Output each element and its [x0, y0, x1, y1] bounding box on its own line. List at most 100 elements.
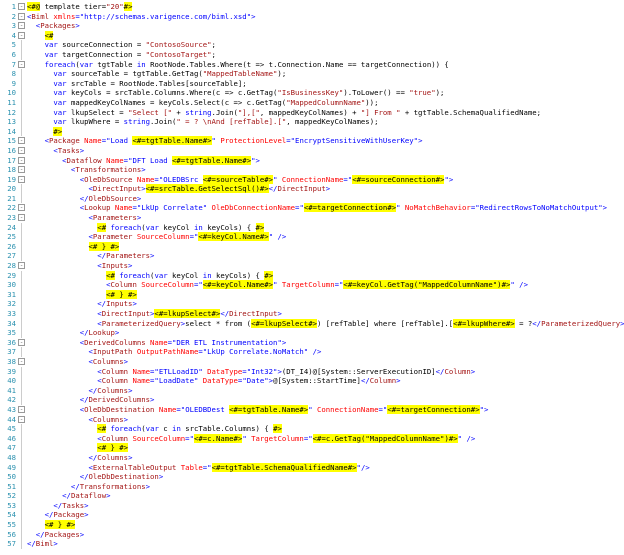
code-line[interactable]: </Columns> — [27, 453, 624, 463]
collapse-icon[interactable]: - — [18, 3, 25, 10]
fold-marker — [18, 481, 26, 492]
code-line[interactable]: </Biml> — [27, 539, 624, 549]
code-line[interactable]: <Column SourceColumn="<#=keyCol.Name#>" … — [27, 280, 624, 290]
fold-marker[interactable]: - — [18, 136, 26, 146]
collapse-icon[interactable]: - — [18, 146, 25, 154]
code-line[interactable]: foreach(var tgtTable in RootNode.Tables.… — [27, 60, 624, 70]
collapse-icon[interactable]: - — [18, 338, 25, 346]
code-line[interactable]: <DirectInput><#=lkupSelect#></DirectInpu… — [27, 309, 624, 319]
collapse-icon[interactable]: - — [18, 262, 25, 270]
code-line[interactable]: <Column SourceColumn="<#=c.Name#>" Targe… — [27, 433, 624, 444]
fold-marker[interactable]: - — [18, 405, 26, 415]
fold-margin[interactable]: ----------------- — [18, 2, 26, 549]
code-line[interactable]: var srcTable = RootNode.Tables[sourceTab… — [27, 79, 624, 89]
fold-marker[interactable]: - — [18, 12, 26, 22]
code-line[interactable]: <# } #> — [27, 289, 624, 300]
code-line[interactable]: var sourceTable = tgtTable.GetTag("Mappe… — [27, 69, 624, 79]
code-line[interactable]: <Dataflow Name="DFT Load <#=tgtTable.Nam… — [27, 155, 624, 166]
collapse-icon[interactable]: - — [18, 156, 25, 164]
code-line[interactable]: <DerivedColumns Name="DER ETL Instrument… — [27, 338, 624, 348]
code-line[interactable]: <# foreach(var keyCol in keyCols) { #> — [27, 270, 624, 281]
fold-marker[interactable]: - — [18, 21, 26, 31]
fold-marker — [18, 500, 26, 511]
fold-marker[interactable]: - — [18, 165, 26, 175]
collapse-icon[interactable]: - — [18, 214, 25, 222]
code-line[interactable]: <# foreach(var c in srcTable.Columns) { … — [27, 424, 624, 434]
code-token: srcTable = RootNode.Tables[sourceTable]; — [66, 78, 247, 88]
collapse-icon[interactable]: - — [18, 31, 25, 39]
collapse-icon[interactable]: - — [18, 175, 25, 183]
code-line[interactable]: var keyCols = srcTable.Columns.Where(c =… — [27, 88, 624, 98]
code-line[interactable]: <OleDbDestination Name="OLEDBDest <#=tgt… — [27, 404, 624, 415]
fold-marker[interactable]: - — [18, 415, 26, 425]
fold-marker[interactable]: - — [18, 2, 26, 12]
code-line[interactable]: <# foreach(var keyCol in keyCols) { #> — [27, 222, 624, 233]
code-line[interactable]: </Package> — [27, 510, 624, 520]
fold-marker[interactable]: - — [18, 261, 26, 271]
fold-marker[interactable]: - — [18, 213, 26, 223]
code-line[interactable]: <Biml xmlns="http://schemas.varigence.co… — [27, 12, 624, 22]
code-line[interactable]: </Inputs> — [27, 299, 624, 309]
code-line[interactable]: <Column Name="ETLLoadID" DataType="Int32… — [27, 367, 624, 377]
collapse-icon[interactable]: - — [18, 137, 25, 145]
fold-marker[interactable]: - — [18, 146, 26, 156]
code-line[interactable]: <#@ template tier="20"#> — [27, 2, 624, 12]
fold-marker[interactable]: - — [18, 175, 26, 185]
code-line[interactable]: </Tasks> — [27, 501, 624, 511]
code-line[interactable]: </Parameters> — [27, 251, 624, 261]
collapse-icon[interactable]: - — [18, 415, 25, 423]
collapse-icon[interactable]: - — [18, 22, 25, 30]
code-line[interactable]: <Columns> — [27, 357, 624, 367]
code-line[interactable]: <Tasks> — [27, 146, 624, 156]
code-line[interactable]: <OleDbSource Name="OLEDBSrc <#=sourceTab… — [27, 174, 624, 185]
code-line[interactable]: #> — [27, 126, 624, 137]
collapse-icon[interactable]: - — [18, 60, 25, 68]
fold-marker[interactable]: - — [18, 338, 26, 348]
code-line[interactable]: var mappedKeyColNames = keyCols.Select(c… — [27, 98, 624, 108]
code-token: Biml — [31, 11, 49, 21]
collapse-icon[interactable]: - — [18, 166, 25, 174]
code-line[interactable]: <InputPath OutputPathName="LkUp Correlat… — [27, 347, 624, 357]
code-line[interactable]: </OleDbSource> — [27, 194, 624, 204]
collapse-icon[interactable]: - — [18, 204, 25, 212]
code-line[interactable]: </Columns> — [27, 386, 624, 396]
code-line[interactable]: <Packages> — [27, 21, 624, 31]
code-line[interactable]: <# } #> — [27, 241, 624, 252]
fold-marker[interactable]: - — [18, 31, 26, 41]
code-line[interactable]: var sourceConnection = "ContosoSource"; — [27, 40, 624, 50]
code-line[interactable]: </Dataflow> — [27, 491, 624, 501]
code-line[interactable]: <# } #> — [27, 443, 624, 453]
fold-marker[interactable]: - — [18, 203, 26, 213]
code-line[interactable]: <# — [27, 30, 624, 41]
code-line[interactable]: var targetConnection = "ContosoTarget"; — [27, 50, 624, 60]
code-line[interactable]: <Lookup Name="LkUp Correlate" OleDbConne… — [27, 203, 624, 213]
code-area[interactable]: <#@ template tier="20"#> <Biml xmlns="htt… — [27, 2, 624, 549]
code-editor[interactable]: 1 2 3 4 5 6 7 8 9 10 11 12 13 14 15 16 17 18 19 20 21 22 23 24 2… — [0, 0, 624, 555]
collapse-icon[interactable]: - — [18, 405, 25, 413]
code-line[interactable]: </Packages> — [27, 530, 624, 540]
code-token: > — [53, 539, 58, 549]
code-token: Name — [128, 366, 151, 376]
fold-marker[interactable]: - — [18, 357, 26, 367]
code-line[interactable]: <ParameterizedQuery>select * from (<#=lk… — [27, 318, 624, 329]
fold-marker[interactable]: - — [18, 60, 26, 70]
code-line[interactable]: <Column Name="LoadDate" DataType="Date">… — [27, 376, 624, 386]
code-line[interactable]: <Package Name="Load <#=tgtTable.Name#>" … — [27, 136, 624, 146]
code-line[interactable]: </DerivedColumns> — [27, 395, 624, 405]
code-line[interactable]: var lkupWhere = string.Join(" = ? \nAnd … — [27, 117, 624, 127]
code-line[interactable]: </Transformations> — [27, 482, 624, 492]
code-line[interactable]: <Columns> — [27, 415, 624, 425]
collapse-icon[interactable]: - — [18, 357, 25, 365]
code-line[interactable]: <# } #> — [27, 520, 624, 530]
fold-marker[interactable]: - — [18, 156, 26, 166]
code-line[interactable]: <ExternalTableOutput Table="<#=tgtTable.… — [27, 462, 624, 473]
code-line[interactable]: </OleDbDestination> — [27, 472, 624, 482]
code-line[interactable]: <DirectInput><#=srcTable.GetSelectSql()#… — [27, 184, 624, 194]
collapse-icon[interactable]: - — [18, 12, 25, 20]
code-line[interactable]: </Lookup> — [27, 328, 624, 338]
code-line[interactable]: var lkupSelect = "Select [" + string.Joi… — [27, 108, 624, 118]
code-line[interactable]: <Parameters> — [27, 213, 624, 223]
code-line[interactable]: <Transformations> — [27, 165, 624, 175]
code-line[interactable]: <Parameter SourceColumn="<#=keyCol.Name#… — [27, 232, 624, 242]
code-line[interactable]: <Inputs> — [27, 261, 624, 271]
